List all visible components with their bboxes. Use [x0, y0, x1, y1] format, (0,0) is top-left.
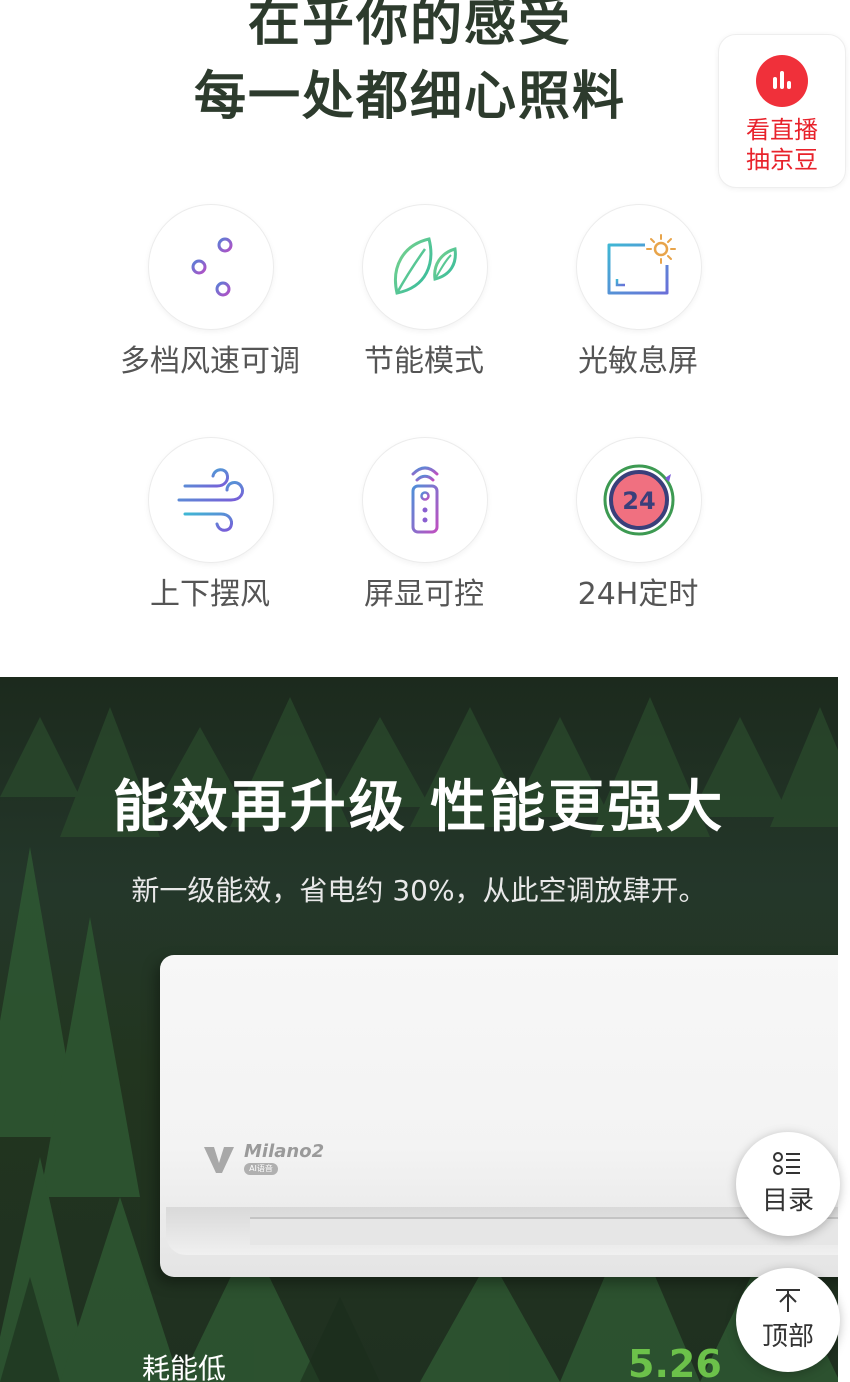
catalog-button-label: 目录: [761, 1186, 814, 1216]
energy-label: 耗能低: [142, 1352, 227, 1382]
feature-label: 24H定时: [577, 577, 699, 612]
feature-icon-circle: [576, 204, 702, 330]
ai-voice-badge: AI语音: [244, 1163, 278, 1175]
ac-vent: [250, 1217, 838, 1245]
sliders-icon: [177, 237, 245, 297]
back-to-top-button[interactable]: 顶部: [736, 1268, 840, 1372]
feature-label: 光敏息屏: [578, 344, 698, 379]
live-widget-line-2: 抽京豆: [746, 146, 818, 174]
headline-line-2: 每一处都细心照料: [193, 67, 626, 127]
feature-icon-circle: 24: [576, 437, 702, 563]
feature-icon-circle: [148, 437, 274, 563]
headline-line-1: 在乎你的感受: [247, 0, 572, 53]
catalog-button[interactable]: 目录: [736, 1132, 840, 1236]
screen-sun-icon: [607, 234, 676, 295]
banner-title: 能效再升级 性能更强大: [112, 775, 726, 840]
feature-label: 上下摆风: [150, 577, 270, 612]
feature-24h-timer: 24 24H定时: [540, 437, 740, 637]
feature-display-control: 屏显可控: [326, 437, 526, 637]
remote-control-icon: [411, 466, 439, 534]
feature-label: 多档风速可调: [120, 344, 300, 379]
live-stream-widget[interactable]: 看直播 抽京豆: [718, 34, 846, 188]
arrow-up-icon: [776, 1289, 800, 1312]
feature-energy-saving: 节能模式: [326, 204, 526, 404]
product-detail-page: 在乎你的感受 每一处都细心照料 看直播 抽京豆 多档风速可调 节能模式 光敏息屏…: [0, 0, 850, 1382]
feature-icon-circle: [148, 204, 274, 330]
banner-subtitle: 新一级能效，省电约 30%，从此空调放肆开。: [131, 874, 707, 907]
feature-wind-speed: 多档风速可调: [112, 204, 312, 404]
energy-value: 5.26: [628, 1342, 722, 1382]
energy-efficiency-banner: 能效再升级 性能更强大 新一级能效，省电约 30%，从此空调放肆开。 Milan…: [0, 677, 838, 1382]
air-conditioner-image: Milano2 AI语音: [160, 955, 838, 1277]
timer-text: 24: [622, 487, 655, 515]
feature-icon-circle: [362, 204, 488, 330]
feature-vertical-swing: 上下摆风: [112, 437, 312, 637]
brand-v-logo-icon: [204, 1147, 234, 1173]
feature-icon-circle: [362, 437, 488, 563]
live-widget-line-1: 看直播: [746, 116, 818, 144]
feature-label: 屏显可控: [364, 577, 484, 612]
leaf-icon: [394, 237, 457, 295]
back-to-top-label: 顶部: [761, 1322, 814, 1352]
wind-icon: [172, 468, 245, 532]
product-model-text: Milano2: [244, 1141, 325, 1162]
feature-light-sensor: 光敏息屏: [540, 204, 740, 404]
list-icon: [773, 1152, 800, 1175]
feature-label: 节能模式: [364, 344, 484, 379]
live-bars-icon: [756, 55, 808, 107]
timer-24-icon: 24: [603, 464, 675, 536]
